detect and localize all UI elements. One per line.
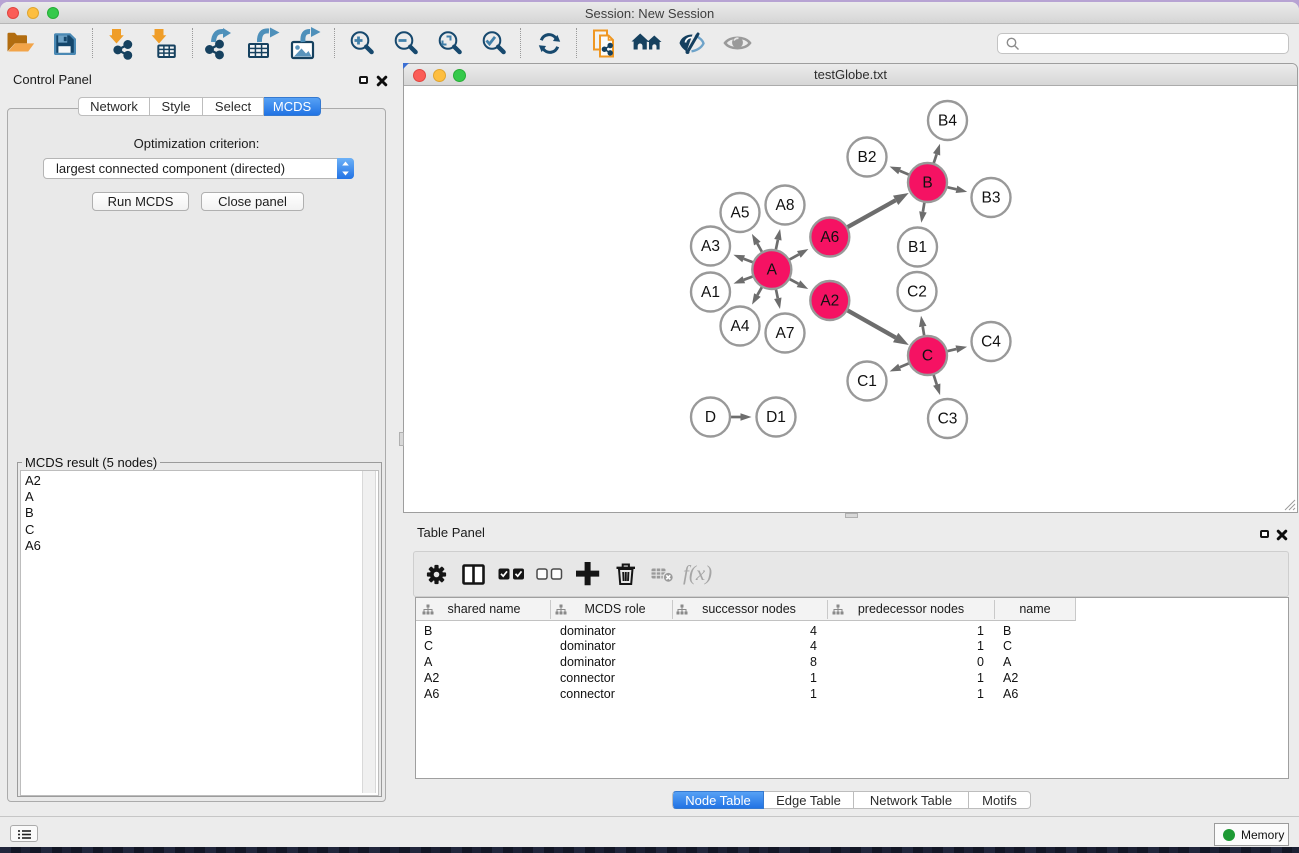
svg-text:B4: B4: [938, 113, 957, 130]
svg-text:A2: A2: [820, 293, 839, 310]
svg-text:A3: A3: [701, 238, 720, 255]
svg-text:B: B: [922, 175, 932, 192]
svg-text:D: D: [705, 409, 716, 426]
svg-text:B3: B3: [982, 190, 1001, 207]
svg-text:f(x): f(x): [683, 561, 712, 585]
svg-text:C2: C2: [907, 284, 927, 301]
svg-text:A1: A1: [701, 284, 720, 301]
svg-text:A5: A5: [731, 205, 750, 222]
svg-text:A: A: [767, 262, 778, 279]
svg-text:B2: B2: [858, 149, 877, 166]
svg-text:A8: A8: [776, 197, 795, 214]
svg-text:C: C: [922, 348, 933, 365]
svg-text:C4: C4: [981, 334, 1001, 351]
svg-text:D1: D1: [766, 409, 786, 426]
svg-text:A4: A4: [731, 318, 750, 335]
svg-text:A6: A6: [820, 229, 839, 246]
svg-text:A7: A7: [776, 325, 795, 342]
svg-text:C3: C3: [938, 411, 958, 428]
svg-text:B1: B1: [908, 239, 927, 256]
svg-text:C1: C1: [857, 373, 877, 390]
